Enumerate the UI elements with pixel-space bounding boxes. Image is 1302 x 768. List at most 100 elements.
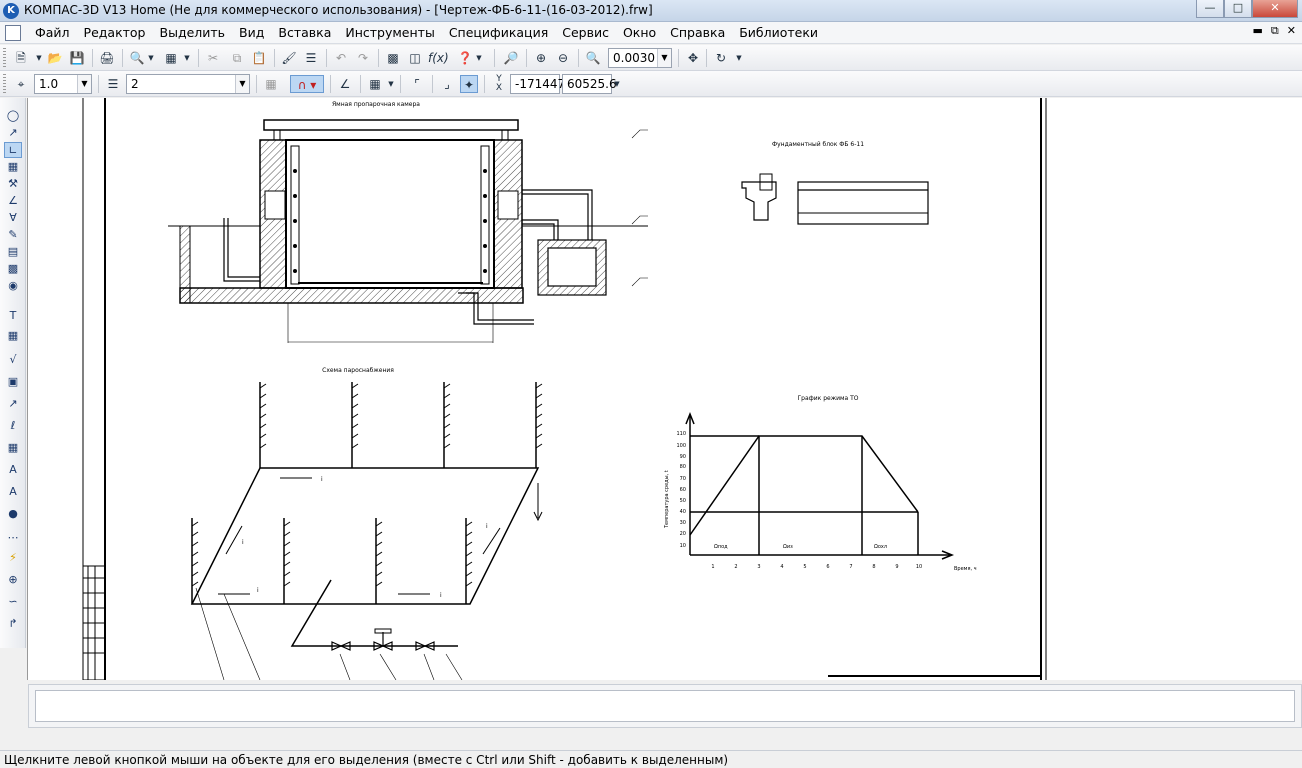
reports-icon[interactable]: ▩ bbox=[4, 261, 22, 277]
snap-magnet-icon[interactable]: ∩ ▾ bbox=[290, 75, 324, 93]
coord-x-field[interactable]: -171447 bbox=[510, 74, 565, 94]
layer-icon[interactable]: ☰ bbox=[104, 75, 122, 93]
view-dropdown-icon[interactable]: ▼ bbox=[734, 49, 744, 67]
symbols-icon[interactable]: ∟ bbox=[4, 142, 22, 158]
local-cs-icon[interactable]: ⌜ bbox=[408, 75, 426, 93]
variables-icon[interactable]: f(x) bbox=[428, 49, 449, 67]
geometry-icon[interactable]: ◯ bbox=[4, 108, 22, 124]
line-scale-dropdown-icon[interactable]: ▼ bbox=[77, 75, 91, 93]
pan-icon[interactable]: ✥ bbox=[684, 49, 702, 67]
mdi-restore-icon[interactable]: ⧉ bbox=[1271, 24, 1279, 38]
editing-icon[interactable]: ▦ bbox=[4, 159, 22, 175]
select-icon[interactable]: ∀ bbox=[4, 210, 22, 226]
coord-y-field[interactable]: 60525.6 bbox=[562, 74, 617, 94]
help-dropdown-icon[interactable]: ▼ bbox=[474, 49, 484, 67]
menu-tools[interactable]: Инструменты bbox=[338, 25, 441, 41]
document-icon[interactable] bbox=[5, 25, 21, 41]
mdi-close-icon[interactable]: ✕ bbox=[1287, 24, 1296, 38]
view-arrow-icon[interactable]: ↱ bbox=[4, 616, 22, 632]
redo-icon[interactable]: ↷ bbox=[354, 49, 372, 67]
spec-icon[interactable]: ▤ bbox=[4, 244, 22, 260]
minimize-button[interactable]: — bbox=[1196, 0, 1224, 18]
break-line-icon[interactable]: ∽ bbox=[4, 594, 22, 610]
associative-views-icon[interactable]: ✎ bbox=[4, 227, 22, 243]
new-dropdown-icon[interactable]: ▼ bbox=[34, 49, 44, 67]
grid-icon[interactable]: ▦ bbox=[366, 75, 384, 93]
properties-icon[interactable]: ☰ bbox=[302, 49, 320, 67]
menu-file[interactable]: Файл bbox=[28, 25, 77, 41]
zoom-combo[interactable]: 0.0030 ▼ bbox=[608, 48, 672, 68]
snap-point-icon[interactable]: ⌖ bbox=[12, 75, 30, 93]
menu-insert[interactable]: Вставка bbox=[271, 25, 338, 41]
export-dropdown-icon[interactable]: ▼ bbox=[182, 49, 192, 67]
refresh-view-icon[interactable]: ↻ bbox=[712, 49, 730, 67]
section-icon[interactable]: ● bbox=[4, 506, 22, 522]
mdi-minimize-icon[interactable]: ▬ bbox=[1253, 24, 1263, 38]
menu-window[interactable]: Окно bbox=[616, 25, 663, 41]
roughness-icon[interactable]: √ bbox=[4, 352, 22, 368]
copy-icon[interactable]: ⧉ bbox=[228, 49, 246, 67]
zoom-dropdown-icon[interactable]: ▼ bbox=[657, 49, 671, 67]
arrow-view-icon[interactable]: A bbox=[4, 484, 22, 500]
zoom-window-icon[interactable]: 🔎 bbox=[502, 49, 520, 67]
toolbar-grip-2[interactable] bbox=[3, 74, 6, 94]
help-pointer-icon[interactable]: ❓ bbox=[456, 49, 474, 67]
coords-label-icon: YX bbox=[495, 74, 503, 93]
center-mark-icon[interactable]: ⊕ bbox=[4, 572, 22, 588]
maximize-button[interactable]: □ bbox=[1224, 0, 1252, 18]
paste-icon[interactable]: 📋 bbox=[250, 49, 268, 67]
undo-icon[interactable]: ↶ bbox=[332, 49, 350, 67]
export-icon[interactable]: ▦ bbox=[162, 49, 180, 67]
close-button[interactable]: ✕ bbox=[1252, 0, 1298, 18]
tolerance-icon[interactable]: ▦ bbox=[4, 440, 22, 456]
menu-select[interactable]: Выделить bbox=[153, 25, 233, 41]
preview-icon[interactable]: 🔍 bbox=[128, 49, 146, 67]
open-folder-icon[interactable]: 📂 bbox=[46, 49, 64, 67]
new-document-icon[interactable]: 🗎 bbox=[12, 49, 30, 67]
zoom-value: 0.0030 bbox=[613, 51, 655, 65]
preview-dropdown-icon[interactable]: ▼ bbox=[146, 49, 156, 67]
coord-x-value: -171447 bbox=[515, 77, 566, 91]
measure-icon[interactable]: ∠ bbox=[4, 193, 22, 209]
menu-editor[interactable]: Редактор bbox=[77, 25, 153, 41]
layer-props-icon[interactable]: ▦ bbox=[262, 75, 280, 93]
menu-libraries[interactable]: Библиотеки bbox=[732, 25, 825, 41]
dimensions-icon[interactable]: ↗ bbox=[4, 125, 22, 141]
table-icon[interactable]: ▦ bbox=[4, 328, 22, 344]
axis-icon[interactable]: ⋯ bbox=[4, 530, 22, 546]
leader-icon[interactable]: ↗ bbox=[4, 396, 22, 412]
menu-view[interactable]: Вид bbox=[232, 25, 271, 41]
manager-icon[interactable]: ▩ bbox=[384, 49, 402, 67]
wave-icon[interactable]: ⚡ bbox=[4, 550, 22, 566]
line-scale-combo[interactable]: 1.0 ▼ bbox=[34, 74, 92, 94]
zoom-scale-icon[interactable]: 🔍 bbox=[584, 49, 602, 67]
toolbar-grip[interactable] bbox=[3, 48, 6, 68]
position-icon[interactable]: ℓ bbox=[4, 418, 22, 434]
library-icon[interactable]: ◫ bbox=[406, 49, 424, 67]
line-scale-value: 1.0 bbox=[39, 77, 59, 91]
cut-icon[interactable]: ✂ bbox=[204, 49, 222, 67]
grid-dropdown-icon[interactable]: ▼ bbox=[386, 75, 396, 93]
flow-mark-3: i bbox=[440, 592, 442, 599]
menu-specification[interactable]: Спецификация bbox=[442, 25, 555, 41]
layer-dropdown-icon[interactable]: ▼ bbox=[235, 75, 249, 93]
base-icon[interactable]: ▣ bbox=[4, 374, 22, 390]
print-icon[interactable]: 🖨 bbox=[98, 49, 116, 67]
save-icon[interactable]: 💾 bbox=[68, 49, 86, 67]
layer-combo[interactable]: 2 ▼ bbox=[126, 74, 250, 94]
round-icon[interactable]: ✦ bbox=[460, 75, 478, 93]
ortho-icon[interactable]: ∠ bbox=[336, 75, 354, 93]
coords-dropdown-icon[interactable]: ▼ bbox=[612, 75, 622, 93]
menu-help[interactable]: Справка bbox=[663, 25, 732, 41]
menu-service[interactable]: Сервис bbox=[555, 25, 616, 41]
mark-icon[interactable]: A bbox=[4, 462, 22, 478]
drawing-canvas[interactable]: Ямная пропарочная камера Фундаментный бл… bbox=[27, 98, 1302, 680]
format-painter-icon[interactable]: 🖌 bbox=[280, 49, 298, 67]
text-icon[interactable]: T bbox=[4, 308, 22, 324]
zoom-out-icon[interactable]: ⊖ bbox=[554, 49, 572, 67]
parametrization-icon[interactable]: ⚒ bbox=[4, 176, 22, 192]
properties-panel-content[interactable] bbox=[35, 690, 1295, 722]
orthogonal-mode-icon[interactable]: ⌟ bbox=[438, 75, 456, 93]
inserts-icon[interactable]: ◉ bbox=[4, 278, 22, 294]
zoom-in-icon[interactable]: ⊕ bbox=[532, 49, 550, 67]
